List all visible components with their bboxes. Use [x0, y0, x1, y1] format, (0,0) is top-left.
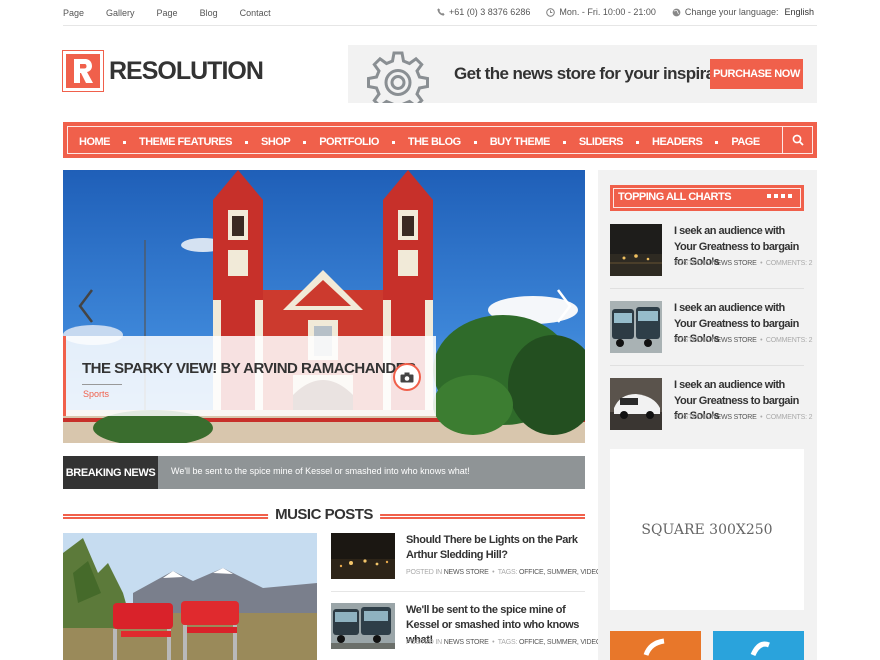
slider-category[interactable]: Sports	[83, 389, 109, 399]
banner-tagline: Get the news store for your inspiration!	[454, 64, 749, 83]
post-category[interactable]: NEWS STORE	[712, 337, 757, 344]
globe-icon	[672, 8, 681, 16]
phone-info: +61 (0) 3 8376 6286	[437, 7, 530, 17]
top-nav-page[interactable]: Page	[63, 8, 84, 18]
menu-item-theme-features[interactable]: THEME FEATURES	[139, 136, 261, 148]
main-navigation-frame: HOME THEME FEATURES SHOP PORTFOLIO THE B…	[67, 126, 813, 154]
post-meta: POSTED IN NEWS STORE • TAGS: OFFICE, SUM…	[406, 639, 602, 646]
top-nav-gallery[interactable]: Gallery	[106, 8, 135, 18]
post-meta: POSTED IN NEWS STORE • TAGS: OFFICE, SUM…	[406, 569, 602, 576]
social-tile-rss[interactable]	[610, 631, 701, 660]
menu-item-the-blog[interactable]: THE BLOG	[408, 136, 490, 148]
post-meta: POSTED IN NEWS STORE • COMMENTS: 2	[674, 414, 813, 421]
post-comments[interactable]: COMMENTS: 2	[766, 337, 813, 344]
language-label: Change your language:	[684, 7, 779, 17]
white-car-image	[610, 378, 662, 430]
breaking-news-text[interactable]: We'll be sent to the spice mine of Kesse…	[171, 466, 470, 476]
menu-item-home[interactable]: HOME	[79, 136, 139, 148]
slider-prev-arrow[interactable]	[76, 288, 96, 324]
post-meta: POSTED IN NEWS STORE • COMMENTS: 2	[674, 337, 813, 344]
gear-icon	[367, 51, 429, 103]
menu-item-shop[interactable]: SHOP	[261, 136, 319, 148]
site-name: RESOLUTION	[109, 56, 264, 85]
menu-item-buy-theme[interactable]: BUY THEME	[490, 136, 579, 148]
phone-icon	[437, 8, 445, 16]
post-divider	[610, 365, 804, 366]
slider-next-arrow[interactable]	[554, 288, 574, 324]
post-thumbnail[interactable]	[331, 533, 395, 579]
top-nav-blog[interactable]: Blog	[200, 8, 218, 18]
camera-icon	[400, 372, 414, 382]
header-banner[interactable]: Get the news store for your inspiration!…	[348, 45, 817, 103]
post-title[interactable]: Should There be Lights on the Park Arthu…	[406, 533, 586, 563]
slider-title[interactable]: THE SPARKY VIEW! BY ARVIND RAMACHANDER	[82, 360, 416, 377]
breaking-news-label: BREAKING NEWS	[63, 456, 158, 489]
post-meta: POSTED IN NEWS STORE • COMMENTS: 2	[674, 260, 813, 267]
post-divider	[331, 591, 585, 592]
music-featured-image[interactable]	[63, 533, 317, 660]
tuk-tuk-image	[331, 603, 395, 649]
camera-button[interactable]	[393, 363, 421, 391]
business-hours: Mon. - Fri. 10:00 - 21:00	[559, 7, 656, 17]
night-skyline-image	[610, 224, 662, 276]
post-thumbnail[interactable]	[610, 301, 662, 353]
music-posts-title: MUSIC POSTS	[268, 506, 380, 523]
logo-mark	[62, 50, 104, 92]
top-nav: Page Gallery Page Blog Contact	[63, 8, 293, 18]
post-category[interactable]: NEWS STORE	[444, 639, 489, 646]
top-bar: Page Gallery Page Blog Contact +61 (0) 3…	[63, 0, 817, 26]
purchase-now-button[interactable]: PURCHASE NOW	[710, 59, 803, 89]
main-navigation: HOME THEME FEATURES SHOP PORTFOLIO THE B…	[63, 122, 817, 158]
post-thumbnail[interactable]	[610, 224, 662, 276]
widget-title: TOPPING ALL CHARTS	[618, 191, 732, 203]
language-value[interactable]: English	[784, 7, 814, 17]
post-category[interactable]: NEWS STORE	[712, 414, 757, 421]
site-logo[interactable]: RESOLUTION	[62, 50, 264, 92]
post-comments[interactable]: COMMENTS: 2	[766, 260, 813, 267]
music-posts-heading: MUSIC POSTS	[63, 506, 585, 524]
tuk-tuk-image	[610, 301, 662, 353]
main-menu: HOME THEME FEATURES SHOP PORTFOLIO THE B…	[79, 136, 760, 148]
post-comments[interactable]: COMMENTS: 2	[766, 414, 813, 421]
social-tile-twitter[interactable]	[713, 631, 804, 660]
menu-item-portfolio[interactable]: PORTFOLIO	[319, 136, 408, 148]
hours-info: Mon. - Fri. 10:00 - 21:00	[546, 7, 656, 17]
twitter-icon	[750, 641, 770, 657]
post-divider	[610, 288, 804, 289]
post-category[interactable]: NEWS STORE	[444, 569, 489, 576]
night-city-image	[331, 533, 395, 579]
post-category[interactable]: NEWS STORE	[712, 260, 757, 267]
menu-item-sliders[interactable]: SLIDERS	[579, 136, 652, 148]
post-thumbnail[interactable]	[331, 603, 395, 649]
topping-charts-header: TOPPING ALL CHARTS	[610, 185, 804, 211]
square-ad[interactable]: SQUARE 300X250	[610, 449, 804, 610]
post-tags[interactable]: OFFICE, SUMMER, VIDEO	[519, 569, 601, 576]
slider-caption[interactable]: THE SPARKY VIEW! BY ARVIND RAMACHANDER S…	[63, 336, 436, 416]
search-button[interactable]	[782, 127, 812, 153]
menu-item-headers[interactable]: HEADERS	[652, 136, 731, 148]
phone-number: +61 (0) 3 8376 6286	[449, 7, 531, 17]
post-thumbnail[interactable]	[610, 378, 662, 430]
clock-icon	[546, 7, 556, 17]
mountain-chairs-image	[63, 533, 317, 660]
widget-pager-dots[interactable]	[767, 194, 792, 198]
sidebar: TOPPING ALL CHARTS I seek an audience wi…	[598, 170, 817, 660]
top-nav-page-2[interactable]: Page	[157, 8, 178, 18]
caption-divider	[82, 384, 122, 385]
post-tags[interactable]: OFFICE, SUMMER, VIDEO	[519, 639, 601, 646]
breaking-news-bar: BREAKING NEWS We'll be sent to the spice…	[63, 456, 585, 489]
rss-icon	[643, 638, 665, 656]
top-nav-contact[interactable]: Contact	[240, 8, 271, 18]
top-info: +61 (0) 3 8376 6286 Mon. - Fri. 10:00 - …	[421, 7, 814, 17]
language-switcher[interactable]: Change your language: English	[672, 7, 814, 17]
ad-label: SQUARE 300X250	[641, 521, 773, 538]
search-icon	[792, 134, 804, 146]
logo-r-icon	[74, 59, 93, 83]
menu-item-page[interactable]: PAGE	[731, 136, 760, 148]
